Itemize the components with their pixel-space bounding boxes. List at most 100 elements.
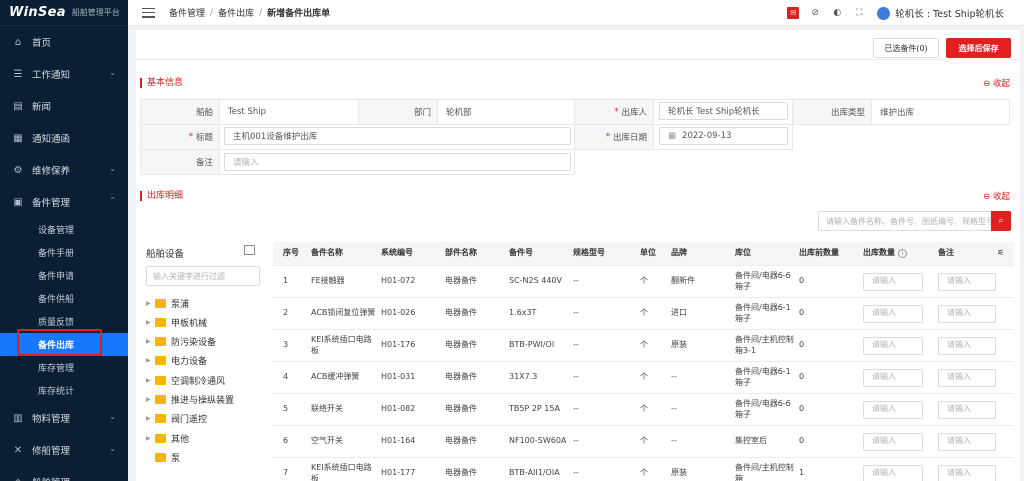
tree-node-label: 甲板机械 (171, 318, 208, 329)
sidebar-item-label: 首页 (32, 38, 52, 49)
tree-node[interactable]: ▶ 推进与操纵装置 (146, 391, 234, 409)
sidebar-subitem[interactable]: 质量反馈 (0, 310, 128, 333)
user-name[interactable]: 轮机长 : Test Ship轮机长 (895, 6, 1004, 20)
breadcrumb-item[interactable]: 备件管理 (169, 6, 205, 19)
tree-node[interactable]: ▶ 泵浦 (146, 294, 189, 312)
quantity-input[interactable]: 请输入 (863, 304, 923, 323)
sidebar-item[interactable]: ☰ 工作通知 ⌄ (0, 58, 128, 90)
tree-node[interactable]: ▶ 空调制冷通风 (146, 371, 225, 389)
chevron-up-icon: ⌃ (109, 196, 116, 205)
sidebar-item[interactable]: ▤ 新闻 (0, 90, 128, 122)
detail-collapse-button[interactable]: ⊖ 收起 (983, 190, 1010, 202)
language-icon[interactable]: ◐ (831, 7, 843, 19)
tree-node[interactable]: ▶ 其他 (146, 429, 189, 447)
remark-input[interactable]: 请输入 (938, 336, 996, 355)
issuer-label: * 出库人 (574, 99, 654, 125)
remark-input[interactable]: 请输入 (938, 464, 996, 481)
avatar[interactable] (877, 6, 891, 20)
sidebar-item[interactable]: ▦ 通知通函 (0, 122, 128, 154)
tree-title: 船舶设备 (146, 249, 185, 260)
tree-node[interactable]: ▶ 电力设备 (146, 352, 207, 370)
caret-right-icon: ▶ (146, 318, 151, 326)
breadcrumb-item[interactable]: 备件出库 (218, 6, 254, 19)
tree-node[interactable]: ▶ 阀门遥控 (146, 410, 207, 428)
breadcrumb-separator: / (210, 7, 214, 18)
column-header-label: 出库数量 (863, 248, 895, 258)
sidebar-item[interactable]: ⌂ 首页 (0, 26, 128, 58)
column-header: 出库数量 i (863, 242, 937, 265)
sidebar-subitem[interactable]: 备件申请 (0, 264, 128, 287)
table-cell-brand: 原装 (671, 468, 687, 478)
sidebar-subitem[interactable]: 备件供船 (0, 287, 128, 310)
chevron-down-icon: ⌄ (109, 164, 116, 173)
caret-right-icon: ▶ (146, 376, 151, 384)
parts-search-input[interactable]: 请输入备件名称、备件号、图纸编号、规格型号 (818, 211, 994, 231)
type-label-text: 出库类型 (830, 108, 865, 118)
table-cell-name: 联络开关 (311, 404, 343, 414)
basic-info-collapse-button[interactable]: ⊖ 收起 (983, 77, 1010, 89)
sidebar-item[interactable]: ✕ 修船管理 ⌄ (0, 434, 128, 466)
tree-node[interactable]: ▶ 防污染设备 (146, 333, 216, 351)
table-cell-unit: 个 (640, 276, 648, 286)
search-button[interactable]: ⌕ (991, 211, 1011, 231)
selected-parts-button[interactable]: 已选备件(0) (873, 38, 939, 58)
tree-filter-input[interactable]: 输入关键字进行过滤 (146, 266, 260, 286)
fullscreen-icon[interactable]: ⛶ (853, 7, 865, 19)
info-icon[interactable]: i (898, 249, 907, 258)
quantity-input[interactable]: 请输入 (863, 464, 923, 481)
chevron-down-icon: ⌄ (109, 412, 116, 421)
quantity-input[interactable]: 请输入 (863, 432, 923, 451)
sidebar-subitem[interactable]: 库存管理 (0, 356, 128, 379)
sidebar: WinSea 船舶管理平台 ⌂ 首页 ☰ 工作通知 ⌄ ▤ 新闻 ▦ 通知通函 ⚙ 维修保养 ⌄ ▣ 备件… (0, 0, 128, 481)
sidebar-item[interactable]: ◈ 船舶管理 ⌄ (0, 466, 128, 481)
column-header: 单位 (640, 242, 670, 265)
sidebar-item[interactable]: ▣ 备件管理 ⌃ (0, 186, 128, 218)
table-cell-code: BTB-AII1/OIA (509, 468, 560, 478)
quantity-input[interactable]: 请输入 (863, 272, 923, 291)
remark-input[interactable]: 请输入 (938, 432, 996, 451)
table-row: 5 联络开关 H01-082 电器备件 TB5P 2P 15A -- 个 -- 备件间/电器6-… (273, 394, 1014, 426)
folder-add-icon[interactable] (244, 245, 255, 255)
quantity-input[interactable]: 请输入 (863, 368, 923, 387)
table-cell-loc: 备件间/主机控制箱3-1 (735, 335, 794, 355)
mail-icon[interactable]: ✉ (787, 7, 800, 19)
table-cell-code: SC-N2S 440V (509, 276, 562, 286)
remark-field[interactable]: 请输入 (224, 153, 571, 171)
quantity-input[interactable]: 请输入 (863, 400, 923, 419)
remark-input[interactable]: 请输入 (938, 272, 996, 291)
save-button[interactable]: 选择后保存 (946, 38, 1011, 58)
input-cell: 请输入 (863, 298, 937, 329)
sidebar-subitem[interactable]: 备件手册 (0, 241, 128, 264)
title-field[interactable]: 主机001设备维护出库 (224, 127, 571, 145)
sidebar-item[interactable]: ⚙ 维修保养 ⌄ (0, 154, 128, 186)
chevron-down-icon: ⌄ (109, 68, 116, 77)
tree-node[interactable]: 泵 (146, 448, 180, 466)
remark-input[interactable]: 请输入 (938, 368, 996, 387)
sidebar-item[interactable]: ▥ 物料管理 ⌄ (0, 402, 128, 434)
column-header: 系统编号 (381, 242, 443, 265)
table-cell-brand: 原装 (671, 340, 687, 350)
sidebar-subitem[interactable]: 库存统计 (0, 379, 128, 402)
tree-node[interactable]: ▶ 甲板机械 (146, 313, 207, 331)
table-cell-loc: 备件间/电器6-6箱子 (735, 271, 791, 291)
remark-input[interactable]: 请输入 (938, 304, 996, 323)
dept-label: 部门 (358, 99, 438, 125)
folder-icon (155, 317, 166, 327)
column-header: 备件名称 (311, 242, 379, 265)
table-cell-sys: H01-082 (381, 404, 416, 414)
caret-right-icon: ▶ (146, 396, 151, 403)
issuer-field[interactable]: 轮机长 Test Ship轮机长 (659, 102, 788, 120)
table-cell-sys: H01-177 (381, 468, 416, 478)
sidebar-subitem[interactable]: 设备管理 (0, 218, 128, 241)
table-cell-code: BTB-PWI/OI (509, 340, 555, 350)
date-field[interactable]: ▦ 2022-09-13 (659, 127, 788, 145)
column-settings-icon[interactable]: ⚟ (997, 242, 1011, 265)
quantity-input[interactable]: 请输入 (863, 336, 923, 355)
menu-toggle-icon[interactable] (142, 7, 155, 18)
compass-icon[interactable]: ⊘ (809, 7, 821, 19)
sidebar-subitem[interactable]: 备件出库 (0, 333, 128, 356)
table-cell-sys: H01-164 (381, 436, 416, 446)
column-header: 出库前数量 (799, 242, 861, 265)
table-cell-no: 1 (283, 276, 289, 286)
remark-input[interactable]: 请输入 (938, 400, 996, 419)
